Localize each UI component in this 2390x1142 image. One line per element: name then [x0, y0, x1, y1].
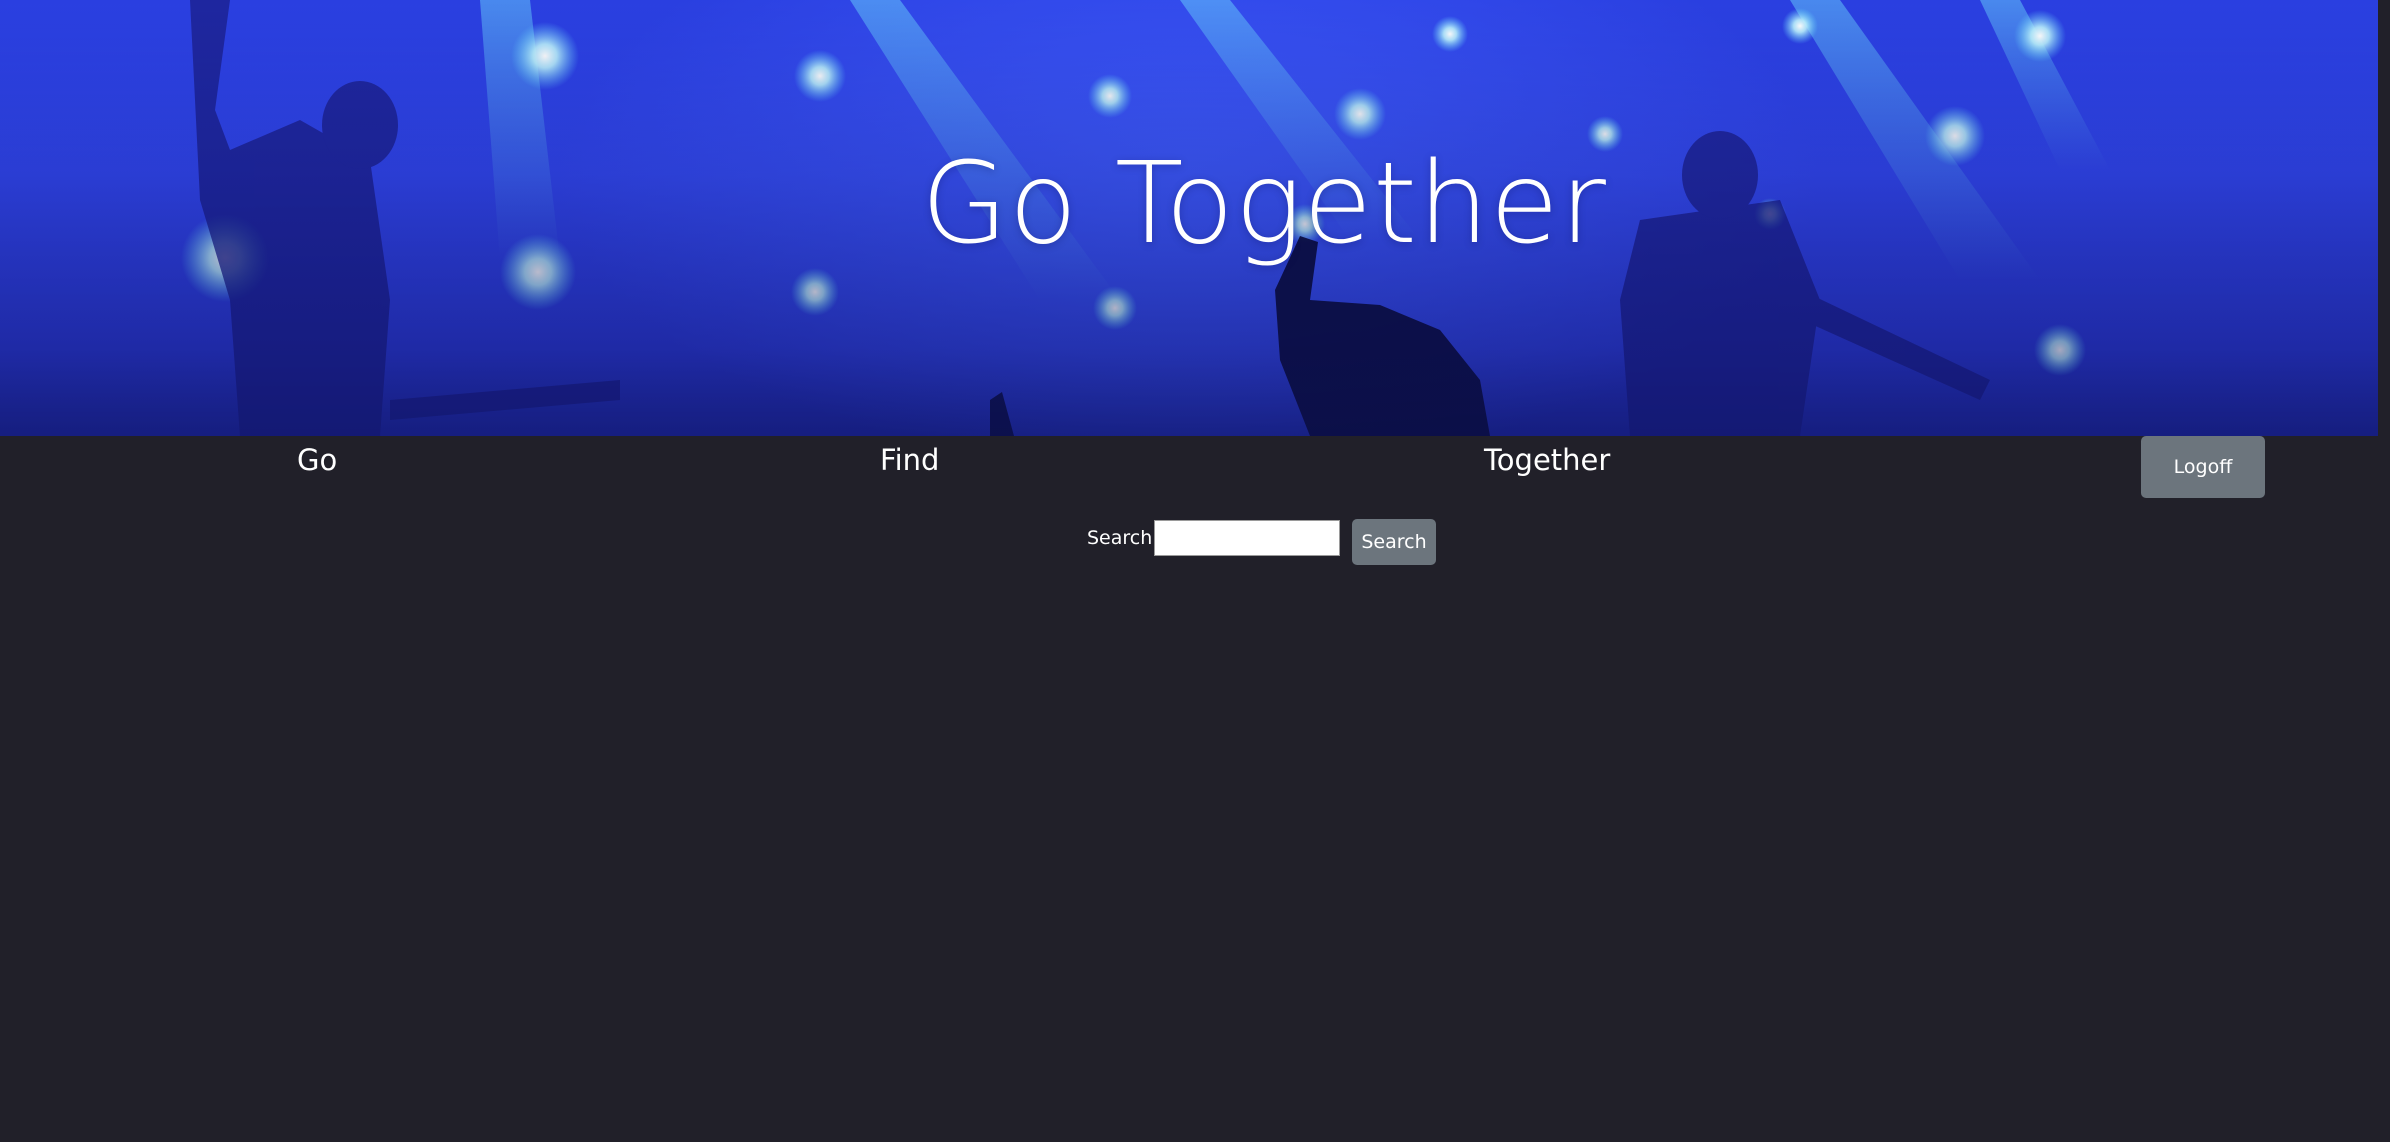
- page: Go Together Go Find Together Logoff Sear…: [0, 0, 2390, 1142]
- nav-item-find[interactable]: Find: [880, 440, 939, 480]
- logoff-button[interactable]: Logoff: [2141, 436, 2265, 498]
- site-title: Go Together: [921, 139, 1607, 269]
- nav-item-together[interactable]: Together: [1484, 440, 1610, 480]
- search-label: Search:: [1087, 527, 1159, 549]
- search-input[interactable]: [1154, 520, 1340, 556]
- search-button[interactable]: Search: [1352, 519, 1436, 565]
- nav-item-go[interactable]: Go: [297, 440, 337, 480]
- hero-banner: Go Together: [0, 0, 2378, 436]
- hero-edge-strip: [2378, 0, 2390, 436]
